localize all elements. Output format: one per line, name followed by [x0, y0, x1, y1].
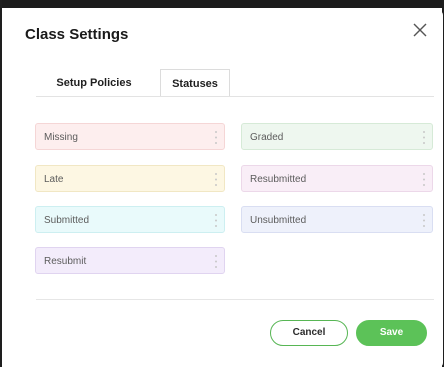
drag-handle-icon[interactable]	[214, 130, 218, 145]
tab-statuses[interactable]: Statuses	[160, 69, 230, 97]
status-chip-late[interactable]: Late	[35, 165, 225, 192]
footer-divider	[36, 299, 434, 300]
status-chip-graded[interactable]: Graded	[241, 123, 433, 150]
save-button[interactable]: Save	[356, 320, 427, 346]
status-label: Unsubmitted	[250, 215, 307, 226]
close-icon[interactable]	[408, 18, 432, 42]
status-label: Graded	[250, 132, 284, 143]
cancel-button[interactable]: Cancel	[270, 320, 348, 346]
status-label: Submitted	[44, 215, 90, 226]
drag-handle-icon[interactable]	[214, 254, 218, 269]
drag-handle-icon[interactable]	[422, 213, 426, 228]
dialog-title: Class Settings	[25, 26, 129, 43]
drag-handle-icon[interactable]	[422, 130, 426, 145]
drag-handle-icon[interactable]	[214, 213, 218, 228]
drag-handle-icon[interactable]	[422, 172, 426, 187]
tab-divider	[36, 96, 434, 97]
tab-setup-policies[interactable]: Setup Policies	[36, 69, 152, 97]
status-chip-missing[interactable]: Missing	[35, 123, 225, 150]
status-label: Resubmit	[44, 256, 87, 267]
status-chip-submitted[interactable]: Submitted	[35, 206, 225, 233]
status-chip-resubmitted[interactable]: Resubmitted	[241, 165, 433, 192]
status-label: Resubmitted	[250, 174, 307, 185]
status-chip-unsubmitted[interactable]: Unsubmitted	[241, 206, 433, 233]
status-label: Late	[44, 174, 64, 185]
status-chip-resubmit[interactable]: Resubmit	[35, 247, 225, 274]
drag-handle-icon[interactable]	[214, 172, 218, 187]
status-label: Missing	[44, 132, 78, 143]
